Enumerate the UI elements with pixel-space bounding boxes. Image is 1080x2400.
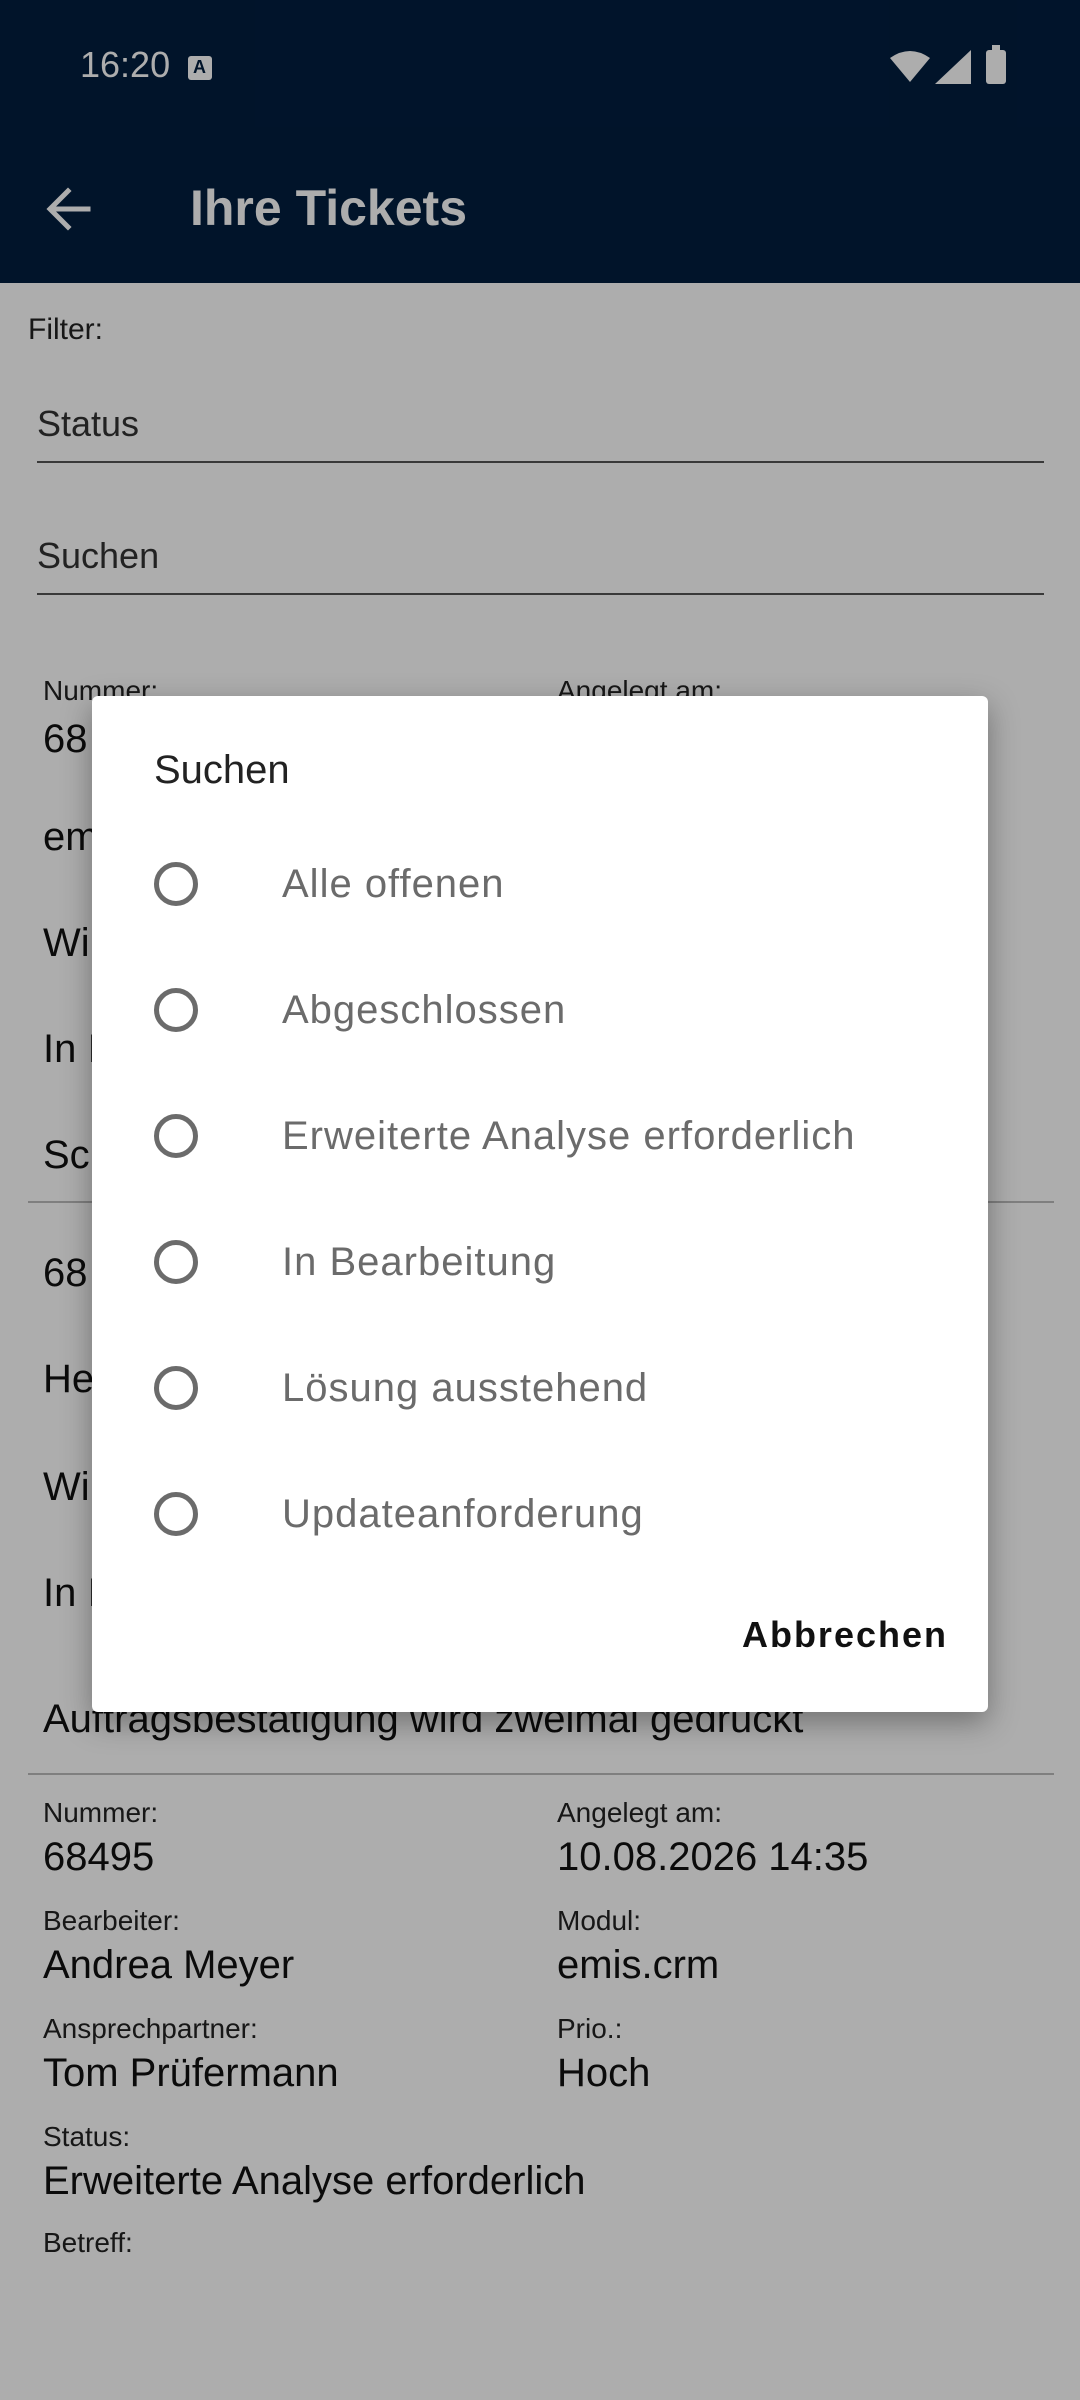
option-label: Abgeschlossen — [282, 988, 567, 1032]
radio-button-icon[interactable] — [154, 1240, 198, 1284]
option-label: In Bearbeitung — [282, 1240, 557, 1284]
cancel-button[interactable]: Abbrechen — [742, 1614, 948, 1656]
radio-button-icon[interactable] — [154, 1492, 198, 1536]
radio-button-icon[interactable] — [154, 862, 198, 906]
option-in-bearbeitung[interactable]: In Bearbeitung — [154, 1214, 954, 1314]
radio-button-icon[interactable] — [154, 1114, 198, 1158]
option-updateanforderung[interactable]: Updateanforderung — [154, 1466, 954, 1566]
option-abgeschlossen[interactable]: Abgeschlossen — [154, 962, 954, 1062]
option-label: Lösung ausstehend — [282, 1366, 649, 1410]
screen: 16:20 Ihre Tickets Filter: Status Suchen… — [0, 0, 1080, 2400]
status-select-dialog: Suchen Alle offenen Abgeschlossen Erweit… — [92, 696, 988, 1712]
option-erweiterte-analyse[interactable]: Erweiterte Analyse erforderlich — [154, 1088, 954, 1188]
option-alle-offenen[interactable]: Alle offenen — [154, 836, 954, 936]
option-label: Updateanforderung — [282, 1492, 644, 1536]
radio-button-icon[interactable] — [154, 988, 198, 1032]
option-loesung-ausstehend[interactable]: Lösung ausstehend — [154, 1340, 954, 1440]
dialog-title: Suchen — [154, 748, 290, 792]
option-label: Erweiterte Analyse erforderlich — [282, 1114, 856, 1158]
radio-button-icon[interactable] — [154, 1366, 198, 1410]
option-label: Alle offenen — [282, 862, 505, 906]
